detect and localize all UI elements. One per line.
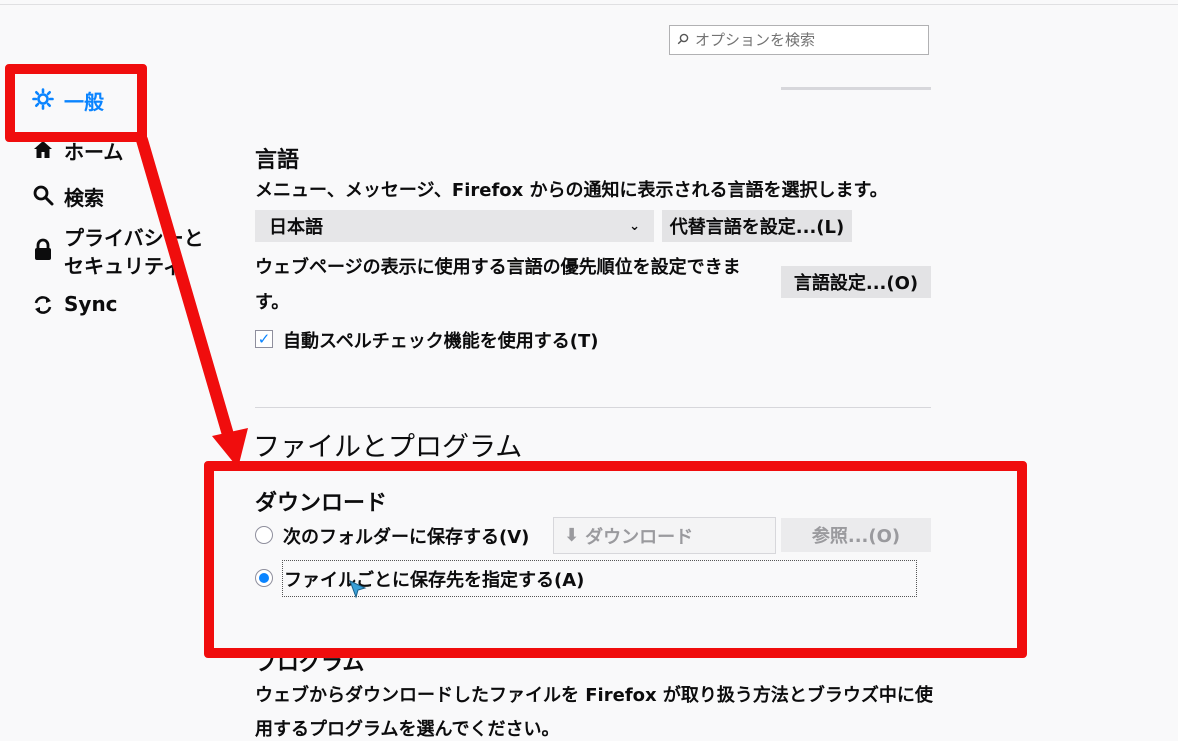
- annotation-arrow-icon: [136, 134, 248, 468]
